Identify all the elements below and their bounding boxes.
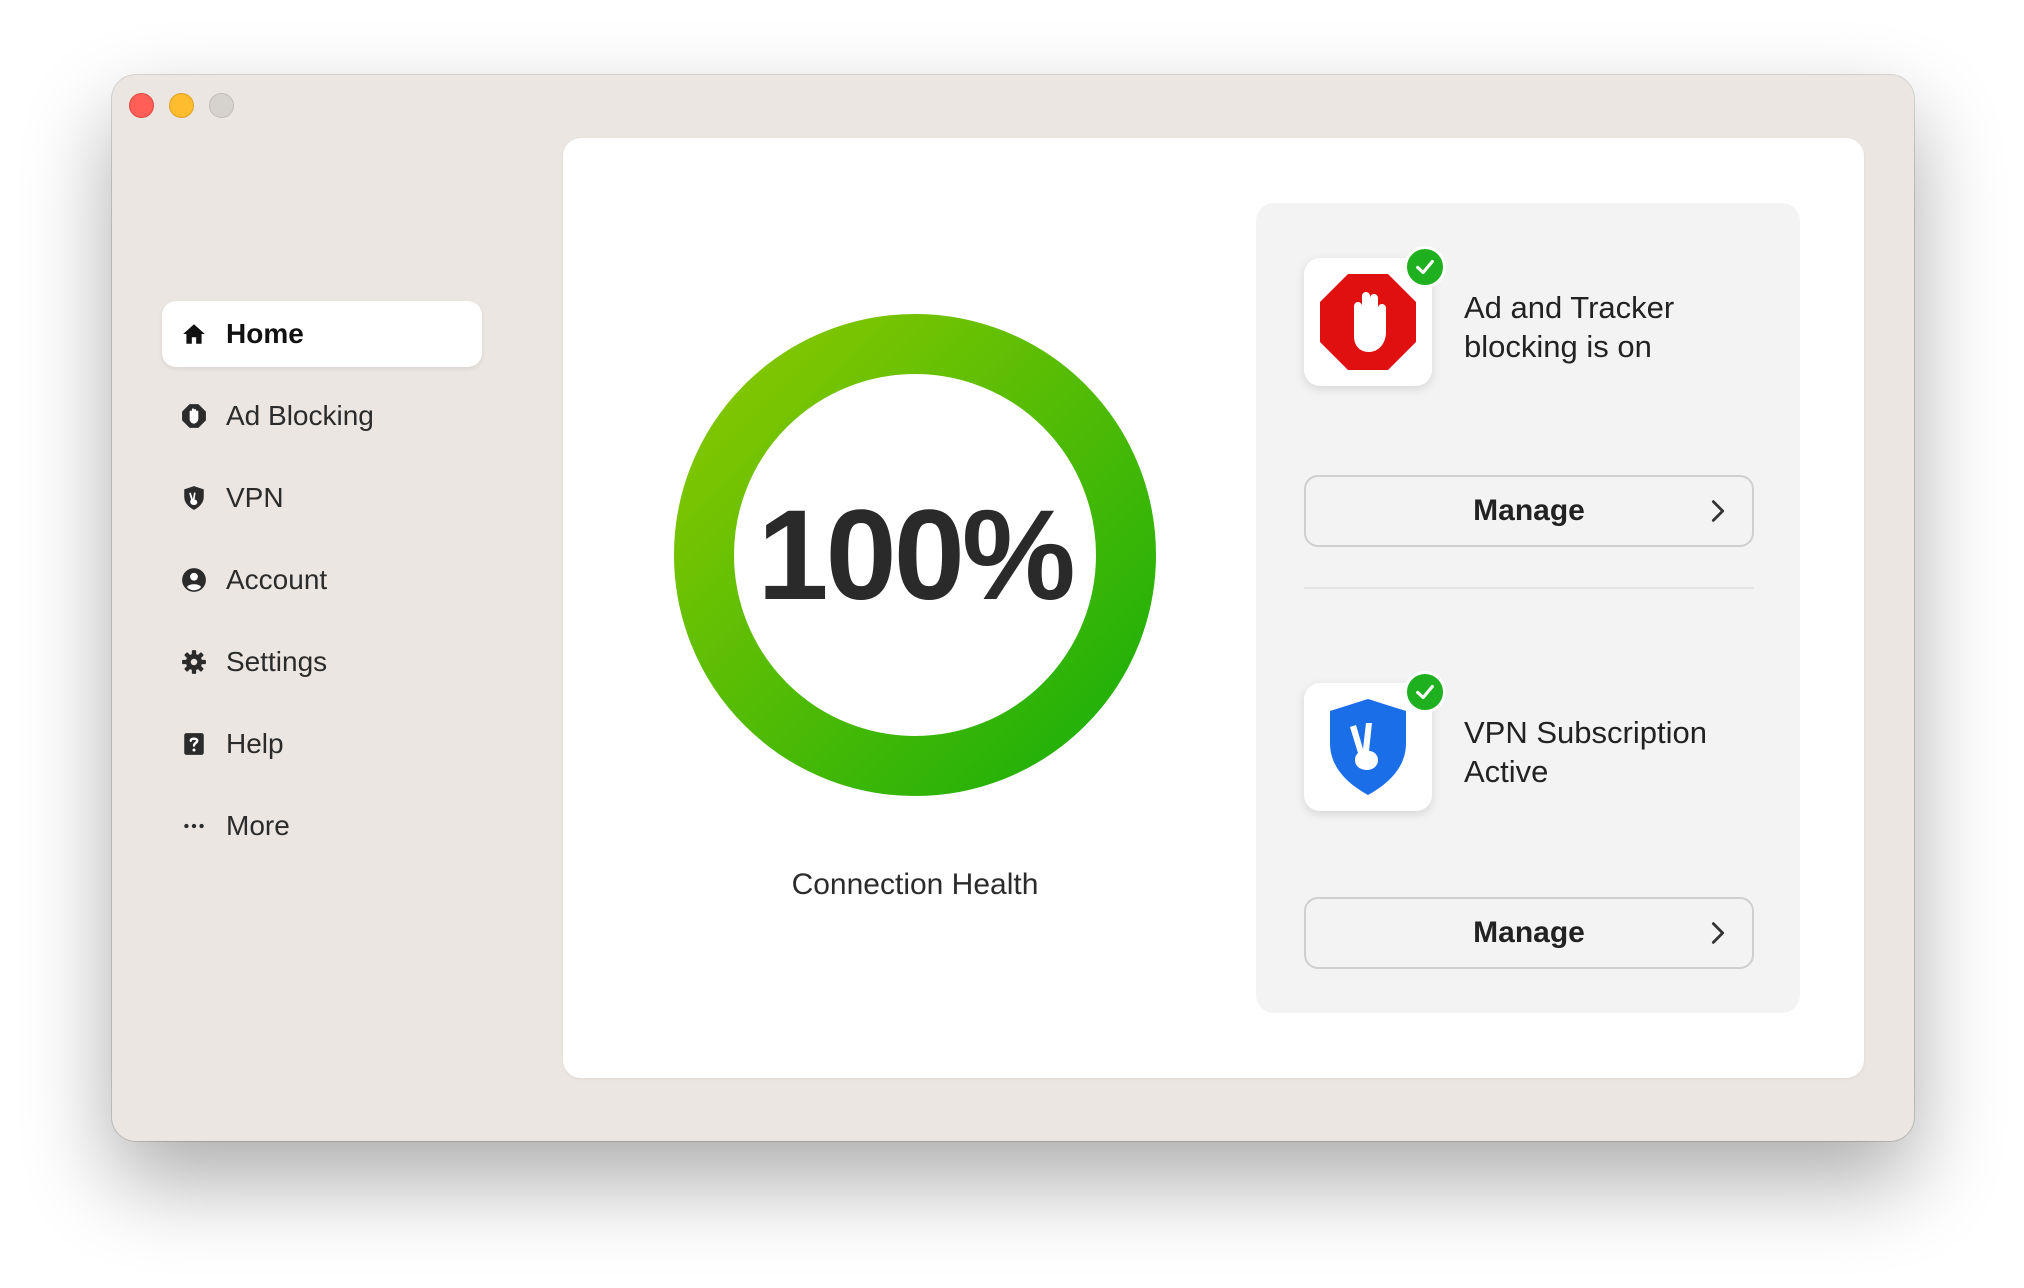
- check-icon: [1404, 246, 1446, 288]
- ellipsis-icon: [180, 812, 208, 840]
- shield-peace-icon: [180, 484, 208, 512]
- sidebar-item-label: Home: [226, 318, 304, 349]
- app-window: Home Ad Blocking VPN Account Settings He…: [112, 75, 1914, 1141]
- sidebar-item-label: VPN: [226, 482, 284, 513]
- minimize-window-button[interactable]: [169, 93, 194, 118]
- sidebar: Home Ad Blocking VPN Account Settings He…: [162, 301, 482, 875]
- manage-button-label: Manage: [1473, 494, 1585, 527]
- hand-stop-icon: [180, 402, 208, 430]
- gear-icon: [180, 648, 208, 676]
- chevron-right-icon: [1711, 922, 1725, 944]
- sidebar-item-home[interactable]: Home: [162, 301, 482, 367]
- ad-blocking-status-text: Ad and Tracker blocking is on: [1464, 290, 1675, 364]
- status-panel: Ad and Tracker blocking is on Manage VPN…: [1256, 203, 1800, 1013]
- sidebar-item-label: More: [226, 810, 290, 841]
- ad-blocking-status: Ad and Tracker blocking is on: [1304, 246, 1754, 398]
- panel-divider: [1304, 587, 1754, 589]
- user-circle-icon: [180, 566, 208, 594]
- sidebar-item-label: Account: [226, 564, 328, 595]
- manage-vpn-button[interactable]: Manage: [1304, 897, 1754, 969]
- vpn-status-text: VPN Subscription Active: [1464, 715, 1707, 789]
- chevron-right-icon: [1711, 500, 1725, 522]
- maximize-window-button[interactable]: [209, 93, 234, 118]
- health-percent: 100%: [757, 483, 1075, 627]
- manage-ad-blocking-button[interactable]: Manage: [1304, 475, 1754, 547]
- manage-button-label: Manage: [1473, 916, 1585, 949]
- home-card: 100% Connection Health Ad and Tracker bl…: [563, 138, 1864, 1078]
- sidebar-item-vpn[interactable]: VPN: [162, 465, 482, 531]
- close-window-button[interactable]: [129, 93, 154, 118]
- connection-health-gauge: 100%: [673, 313, 1157, 797]
- sidebar-item-settings[interactable]: Settings: [162, 629, 482, 695]
- sidebar-item-ad-blocking[interactable]: Ad Blocking: [162, 383, 482, 449]
- sidebar-item-more[interactable]: More: [162, 793, 482, 859]
- vpn-status: VPN Subscription Active: [1304, 671, 1754, 823]
- sidebar-item-help[interactable]: Help: [162, 711, 482, 777]
- question-icon: [180, 730, 208, 758]
- sidebar-item-label: Help: [226, 728, 284, 759]
- home-icon: [180, 320, 208, 348]
- sidebar-item-label: Settings: [226, 646, 328, 677]
- sidebar-item-account[interactable]: Account: [162, 547, 482, 613]
- check-icon: [1404, 671, 1446, 713]
- health-label: Connection Health: [791, 868, 1039, 901]
- sidebar-item-label: Ad Blocking: [226, 400, 374, 431]
